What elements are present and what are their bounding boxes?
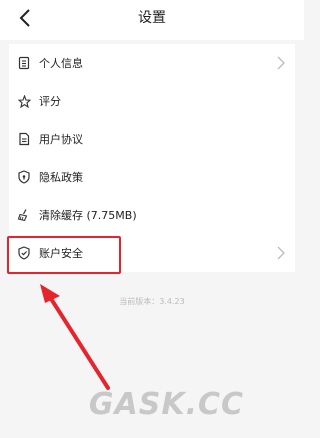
watermark: GASK.CC	[88, 387, 244, 422]
annotation-arrow-icon	[40, 284, 110, 390]
